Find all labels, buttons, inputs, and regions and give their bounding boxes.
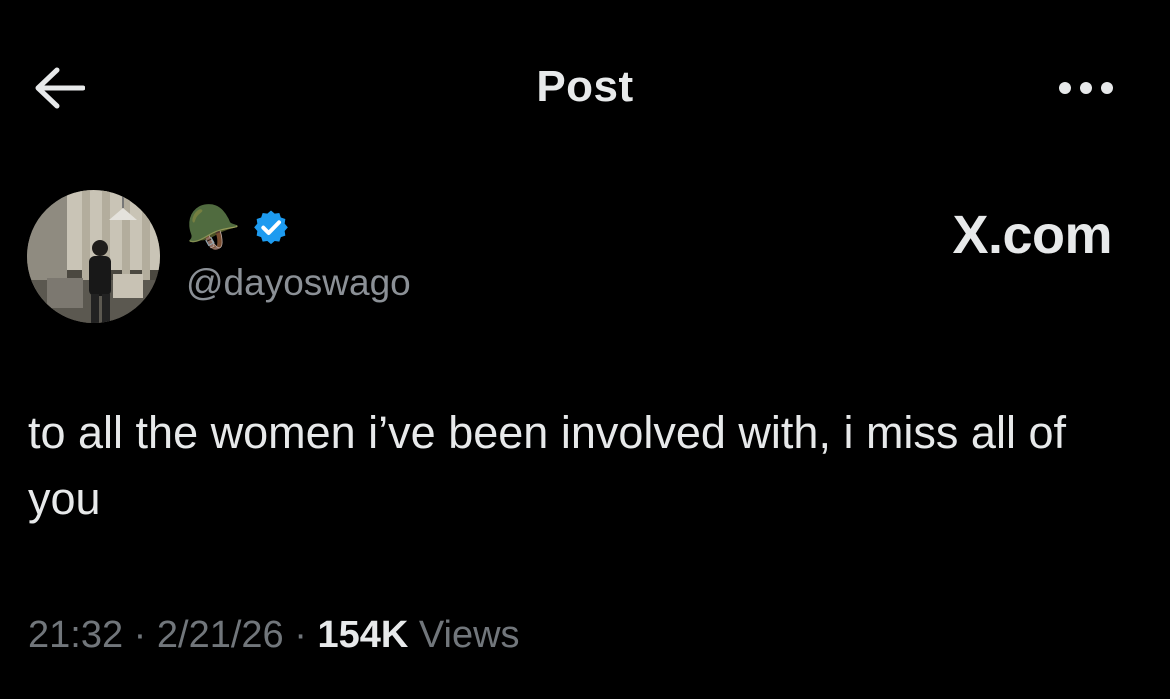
views-count[interactable]: 154K (317, 614, 408, 656)
top-bar: Post (0, 0, 1170, 175)
meta-separator: · (294, 614, 307, 656)
meta-separator: · (133, 614, 147, 656)
post-date[interactable]: 2/21/26 (157, 614, 284, 656)
profile-photo (27, 190, 160, 323)
site-watermark: X.com (952, 205, 1112, 265)
author-name-row[interactable]: 🪖 (186, 202, 291, 254)
more-horizontal-icon (1059, 82, 1113, 94)
avatar[interactable] (27, 190, 160, 323)
post-time[interactable]: 21:32 (28, 614, 123, 656)
author-handle[interactable]: @dayoswago (186, 262, 411, 304)
views-label: Views (418, 614, 520, 656)
post-meta: 21:32 · 2/21/26 · 154K Views (28, 614, 520, 657)
more-button[interactable] (1050, 68, 1122, 108)
helmet-emoji: 🪖 (186, 203, 241, 252)
page-title: Post (536, 62, 634, 111)
post-text: to all the women i’ve been involved with… (28, 407, 1066, 524)
verified-badge-icon (253, 210, 288, 245)
